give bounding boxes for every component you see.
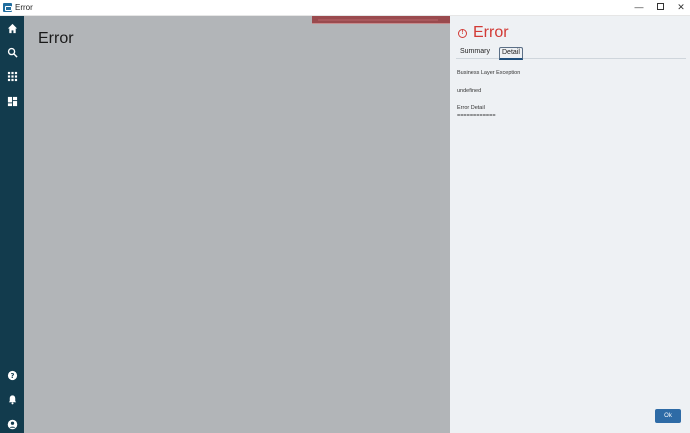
notification-banner bbox=[312, 16, 450, 24]
exception-message: undefined bbox=[457, 88, 482, 94]
error-detail-separator: ============ bbox=[457, 113, 496, 119]
search-icon[interactable] bbox=[0, 43, 24, 61]
error-detail-heading: Error Detail bbox=[457, 105, 485, 111]
bell-icon[interactable] bbox=[0, 390, 24, 408]
app-icon bbox=[3, 3, 12, 12]
home-icon[interactable] bbox=[0, 19, 24, 37]
sidebar: ? bbox=[0, 16, 24, 433]
maximize-icon bbox=[656, 3, 664, 11]
tab-detail[interactable]: Detail bbox=[499, 47, 523, 60]
svg-text:?: ? bbox=[10, 371, 14, 379]
error-icon: ! bbox=[458, 29, 467, 38]
help-icon[interactable]: ? bbox=[0, 366, 24, 384]
error-title: Error bbox=[473, 24, 509, 41]
apps-grid-icon[interactable] bbox=[0, 67, 24, 85]
window-title: Error bbox=[15, 3, 33, 12]
ok-button[interactable]: Ok bbox=[655, 409, 681, 423]
tab-summary[interactable]: Summary bbox=[458, 47, 492, 57]
user-icon[interactable] bbox=[0, 415, 24, 433]
title-bar: Error — ✕ bbox=[0, 0, 690, 16]
error-panel: ! Error Summary Detail Business Layer Ex… bbox=[450, 16, 690, 433]
exception-type: Business Layer Exception bbox=[457, 70, 521, 76]
close-button[interactable]: ✕ bbox=[668, 0, 690, 15]
main-content-overlay: Error bbox=[24, 16, 450, 433]
page-title: Error bbox=[38, 30, 74, 47]
error-tabs: Summary Detail bbox=[456, 47, 686, 60]
dashboard-icon[interactable] bbox=[0, 92, 24, 110]
